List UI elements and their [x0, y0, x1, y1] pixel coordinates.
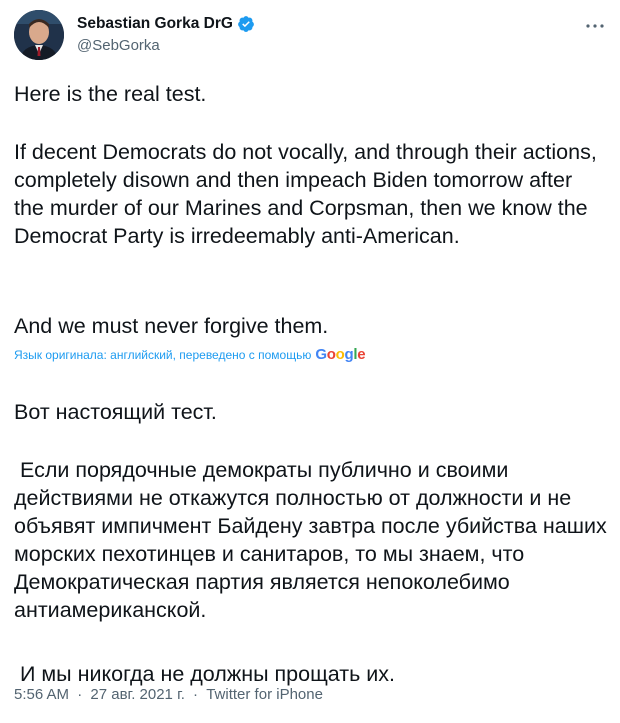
tweet-source[interactable]: Twitter for iPhone	[206, 686, 323, 703]
avatar-portrait-icon	[14, 10, 64, 60]
translation-attribution[interactable]: Язык оригинала: английский, переведено с…	[14, 346, 366, 363]
more-options-icon[interactable]	[582, 16, 608, 36]
tweet-paragraph-2: If decent Democrats do not vocally, and …	[14, 140, 597, 248]
tweet-header: Sebastian Gorka DrG @SebGorka	[14, 10, 610, 62]
tweet-line-1: Here is the real test.	[14, 82, 207, 106]
tweet-time[interactable]: 5:56 AM	[14, 686, 69, 703]
verified-badge-icon	[237, 15, 255, 33]
author-handle[interactable]: @SebGorka	[77, 37, 255, 54]
meta-separator: ·	[77, 686, 83, 703]
name-row: Sebastian Gorka DrG	[77, 14, 255, 34]
meta-separator: ·	[193, 686, 199, 703]
translated-line-1: Вот настоящий тест.	[14, 399, 217, 424]
avatar[interactable]	[14, 10, 64, 60]
translated-line-3: И мы никогда не должны прощать их.	[14, 661, 395, 686]
translation-note-text: Язык оригинала: английский, переведено с…	[14, 347, 312, 362]
translated-paragraph-2: Если порядочные демократы публично и сво…	[14, 457, 613, 622]
author-info: Sebastian Gorka DrG @SebGorka	[77, 14, 255, 54]
tweet-line-3: And we must never forgive them.	[14, 314, 329, 338]
tweet-metadata: 5:56 AM · 27 авг. 2021 г. · Twitter for …	[14, 686, 323, 703]
google-logo-icon: Google	[315, 346, 366, 363]
tweet-date[interactable]: 27 авг. 2021 г.	[90, 686, 184, 703]
author-display-name[interactable]: Sebastian Gorka DrG	[77, 15, 233, 33]
